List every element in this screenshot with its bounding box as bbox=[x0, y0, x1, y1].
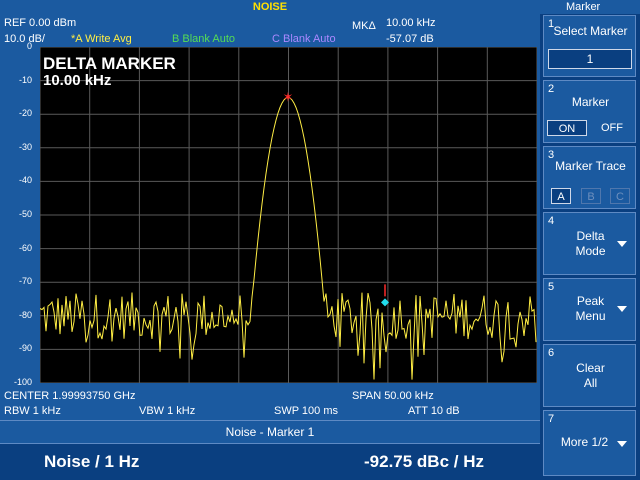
trace-c-label: C Blank Auto bbox=[272, 33, 336, 45]
softkey-number: 6 bbox=[548, 347, 555, 359]
clear-all-line1: Clear bbox=[576, 361, 605, 375]
spectrum-plot[interactable]: ✶ DELTA MARKER 10.00 kHz bbox=[39, 46, 538, 384]
trace-a-option[interactable]: A bbox=[551, 188, 571, 204]
softkey-number: 2 bbox=[548, 83, 555, 95]
y-tick-label: -40 bbox=[18, 175, 32, 186]
y-tick-label: -20 bbox=[18, 108, 32, 119]
marker-off-option[interactable]: OFF bbox=[592, 120, 632, 136]
delta-marker-level: -57.07 dB bbox=[386, 33, 434, 45]
screen-title: NOISE bbox=[252, 1, 288, 13]
y-tick-label: 0 bbox=[26, 41, 32, 51]
spectrum-svg: ✶ bbox=[39, 46, 538, 384]
delta-marker-frequency: 10.00 kHz bbox=[386, 17, 436, 29]
main-marker-icon[interactable]: ✶ bbox=[283, 90, 294, 105]
y-tick-label: -10 bbox=[18, 74, 32, 85]
ref-level-label: REF 0.00 dBm bbox=[4, 17, 77, 29]
selected-marker-value[interactable]: 1 bbox=[548, 49, 632, 69]
delta-marker-overlay-freq: 10.00 kHz bbox=[43, 72, 112, 89]
marker-on-option[interactable]: ON bbox=[547, 120, 587, 136]
y-tick-label: -30 bbox=[18, 141, 32, 152]
submenu-arrow-icon bbox=[617, 241, 627, 247]
marker-trace-label: Marker Trace bbox=[555, 159, 626, 173]
center-frequency: CENTER 1.99993750 GHz bbox=[4, 390, 136, 402]
clear-all-line2: All bbox=[583, 376, 598, 390]
panel-title: Marker bbox=[566, 1, 601, 13]
y-tick-label: -60 bbox=[18, 242, 32, 253]
span-value: SPAN 50.00 kHz bbox=[352, 390, 434, 402]
rbw-value: RBW 1 kHz bbox=[4, 405, 61, 417]
softkey-number: 4 bbox=[548, 215, 555, 227]
more-menu-button[interactable]: 7 More 1/2 bbox=[543, 410, 636, 476]
status-strip: Noise - Marker 1 bbox=[0, 420, 540, 444]
y-tick-label: -70 bbox=[18, 276, 32, 287]
marker-label: Marker bbox=[571, 95, 610, 109]
vbw-value: VBW 1 kHz bbox=[139, 405, 196, 417]
delta-marker-label: MKΔ bbox=[352, 20, 376, 32]
delta-marker-overlay-title: DELTA MARKER bbox=[43, 54, 176, 73]
attenuation-value: ATT 10 dB bbox=[408, 405, 460, 417]
trace-b-option[interactable]: B bbox=[581, 188, 601, 204]
y-tick-label: -100 bbox=[13, 377, 32, 387]
y-tick-label: -80 bbox=[18, 309, 32, 320]
result-label: Noise / 1 Hz bbox=[44, 452, 140, 471]
sweep-time: SWP 100 ms bbox=[274, 405, 338, 417]
clear-all-button[interactable]: 6 Clear All bbox=[543, 344, 636, 407]
status-message: Noise - Marker 1 bbox=[225, 425, 315, 439]
y-tick-label: -90 bbox=[18, 343, 32, 354]
submenu-arrow-icon bbox=[617, 306, 627, 312]
trace-c-option[interactable]: C bbox=[610, 188, 630, 204]
y-tick-label: -50 bbox=[18, 209, 32, 219]
result-value: -92.75 dBc / Hz bbox=[364, 452, 484, 471]
submenu-arrow-icon bbox=[617, 441, 627, 447]
softkey-number: 7 bbox=[548, 413, 555, 425]
softkey-panel: Marker 1 Select Marker 1 2 Marker ON OFF… bbox=[540, 0, 640, 480]
trace-b-label: B Blank Auto bbox=[172, 33, 235, 45]
select-marker-button[interactable]: 1 Select Marker 1 bbox=[543, 15, 636, 77]
measurement-result-bar: Noise / 1 Hz -92.75 dBc / Hz bbox=[0, 444, 540, 480]
peak-menu-button[interactable]: 5 Peak Menu bbox=[543, 278, 636, 341]
select-marker-label: Select Marker bbox=[553, 24, 628, 38]
delta-mode-button[interactable]: 4 Delta Mode bbox=[543, 212, 636, 275]
trace-a-label: *A Write Avg bbox=[71, 33, 132, 45]
title-bar: NOISE bbox=[0, 0, 540, 14]
softkey-number: 5 bbox=[548, 281, 555, 293]
